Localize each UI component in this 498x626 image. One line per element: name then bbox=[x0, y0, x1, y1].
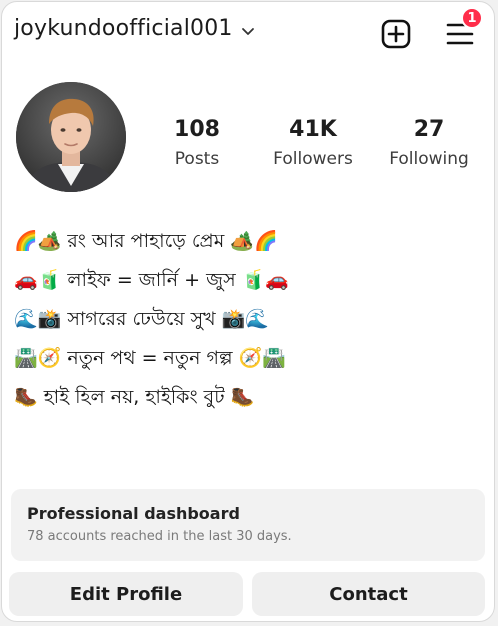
profile-screen: joykundoofficial001 1 108 Posts 41K Foll… bbox=[1, 1, 495, 622]
stat-following[interactable]: 27 Following bbox=[374, 117, 484, 169]
notification-badge: 1 bbox=[461, 7, 483, 29]
bio: 🌈🏕️ রং আর পাহাড়ে প্রেম 🏕️🌈 🚗🧃 লাইফ = জা… bbox=[14, 222, 484, 417]
stat-label: Following bbox=[389, 149, 469, 169]
profile-photo bbox=[16, 82, 126, 192]
bio-line: 🌊📸 সাগরের ঢেউয়ে সুখ 📸🌊 bbox=[14, 308, 269, 330]
stat-label: Posts bbox=[174, 149, 220, 169]
bio-line: 🌈🏕️ রং আর পাহাড়ে প্রেম 🏕️🌈 bbox=[14, 230, 278, 252]
stat-label: Followers bbox=[273, 149, 353, 169]
bio-line: 🛣️🧭 নতুন পথ = নতুন গল্প 🧭🛣️ bbox=[14, 347, 286, 369]
contact-button[interactable]: Contact bbox=[252, 572, 485, 616]
stat-value: 108 bbox=[174, 117, 220, 142]
stat-value: 27 bbox=[413, 117, 445, 142]
bio-line: 🥾 হাই হিল নয়, হাইকিং বুট 🥾 bbox=[14, 386, 255, 408]
account-switcher[interactable]: joykundoofficial001 bbox=[14, 16, 255, 41]
chevron-down-icon[interactable] bbox=[241, 24, 255, 38]
professional-dashboard[interactable]: Professional dashboard 78 accounts reach… bbox=[11, 489, 485, 561]
add-square-icon[interactable] bbox=[381, 19, 411, 49]
avatar[interactable] bbox=[16, 82, 126, 192]
dashboard-title: Professional dashboard bbox=[27, 504, 240, 523]
profile-stats: 108 Posts 41K Followers 27 Following bbox=[142, 117, 484, 169]
top-bar: joykundoofficial001 1 bbox=[2, 2, 494, 60]
username[interactable]: joykundoofficial001 bbox=[14, 16, 233, 41]
create-button[interactable] bbox=[380, 18, 412, 50]
bio-line: 🚗🧃 লাইফ = জার্নি + জুস 🧃🚗 bbox=[14, 269, 289, 291]
stat-value: 41K bbox=[289, 117, 337, 142]
edit-profile-button[interactable]: Edit Profile bbox=[9, 572, 243, 616]
dashboard-subtitle: 78 accounts reached in the last 30 days. bbox=[27, 529, 292, 544]
stat-posts[interactable]: 108 Posts bbox=[142, 117, 252, 169]
stat-followers[interactable]: 41K Followers bbox=[258, 117, 368, 169]
